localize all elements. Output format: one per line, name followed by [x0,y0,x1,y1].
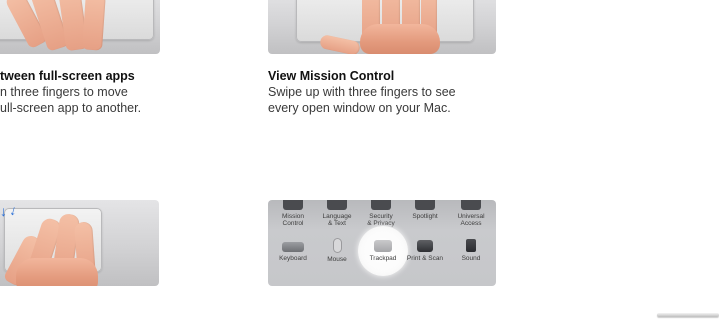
swipe-down-arrow-icon: ↓ [0,203,7,219]
pref-label: Keyboard [279,255,307,262]
pref-mission-control: Mission Control [268,200,318,227]
fullscreen-swipe-photo [0,0,160,54]
mission-control-icon [283,200,303,210]
pref-label: Access [460,220,482,227]
pref-universal-access: Universal Access [446,200,496,227]
swipe-down-photo: ↓ ↓ [0,200,159,286]
trackpad-icon [374,240,392,252]
pref-print-scan[interactable]: Print & Scan [400,240,450,262]
pref-label: Sound [461,255,481,262]
mission-control-text-line1: Swipe up with three fingers to see [268,85,456,99]
pref-language-text: Language & Text [312,200,362,227]
palm [16,258,98,286]
pref-label: Security [369,213,393,220]
language-icon [327,200,347,210]
pref-spotlight: Spotlight [400,200,450,220]
folder-icon [374,280,392,286]
fullscreen-text-line2: ull-screen app to another. [0,101,142,115]
pref-label: Mouse [327,256,347,263]
pref-label: Control [282,220,304,227]
mouse-icon [332,238,342,253]
keyboard-icon [282,242,304,252]
mission-control-heading: View Mission Control [268,69,395,83]
laptop-edge-image [657,313,719,317]
pref-security-privacy: Security & Privacy [356,200,406,227]
security-icon [371,200,391,210]
fullscreen-text-line1: n three fingers to move [0,85,128,99]
mission-control-photo [268,0,496,54]
pref-label: & Text [328,220,346,227]
system-preferences-screenshot: Mission Control Language & Text Security… [268,200,496,286]
pref-label: Language [322,213,352,220]
fullscreen-heading: tween full-screen apps [0,69,135,83]
mission-control-text-line2: every open window on your Mac. [268,101,451,115]
pref-label: Print & Scan [406,255,444,262]
pref-mouse[interactable]: Mouse [312,238,362,263]
pref-keyboard[interactable]: Keyboard [268,242,318,262]
finger [82,0,106,51]
palm [360,24,440,54]
printer-icon [417,240,433,252]
universal-access-icon [461,200,481,210]
pref-label: Mission [281,213,305,220]
pref-label: Universal [457,213,485,220]
network-icon [329,280,341,286]
spotlight-icon [415,200,435,210]
mission-control-caption: View Mission Control Swipe up with three… [268,68,456,116]
speaker-icon [466,239,476,252]
pref-label: Spotlight [412,213,438,220]
pref-sound[interactable]: Sound [446,239,496,262]
fullscreen-caption: tween full-screen apps n three fingers t… [0,68,141,116]
